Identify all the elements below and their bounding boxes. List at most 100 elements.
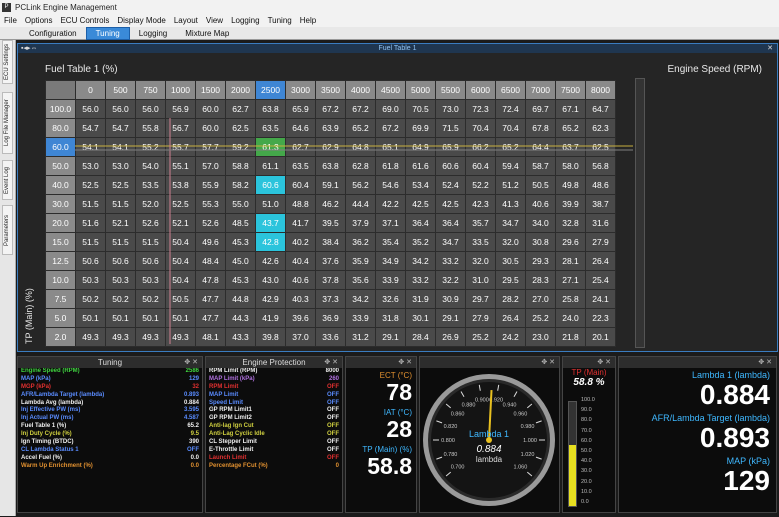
panel-controls-icon[interactable]: ✥ ✕ xyxy=(597,357,611,368)
tuning-param-label: Engine Speed (RPM) xyxy=(21,368,80,374)
mini-gauge-value: 78 xyxy=(386,379,412,405)
dial-tick-label: 1.060 xyxy=(514,464,528,470)
protection-param-row: RPM Limit (RPM) 8000 xyxy=(206,368,342,376)
readout-value: 0.884 xyxy=(699,379,770,410)
tp-bar-tick: 80.0 xyxy=(581,417,592,424)
protection-param-row: RPM Limit OFF xyxy=(206,384,342,392)
protection-param-row: Percentage FCut (%) 0 xyxy=(206,463,342,471)
protection-param-value: OFF xyxy=(327,431,339,438)
menu-item[interactable]: ECU Controls xyxy=(56,16,113,25)
tab-mixture-map[interactable]: Mixture Map xyxy=(176,28,238,39)
protection-param-label: RPM Limit xyxy=(209,383,239,390)
protection-panel-title: Engine Protection xyxy=(242,358,306,367)
dial-tick-label: 0.700 xyxy=(451,464,465,470)
tp-bar-tick: 60.0 xyxy=(581,437,592,444)
tuning-param-value: 4.587 xyxy=(183,415,199,422)
protection-param-row: Anti-lag Ign Cut OFF xyxy=(206,423,342,431)
protection-param-value: OFF xyxy=(327,454,339,461)
protection-param-row: Launch Limit OFF xyxy=(206,455,342,463)
panel-controls-icon[interactable]: ✥ ✕ xyxy=(324,357,338,368)
side-tab-bar: ECU Settings Log File Manager Event Log Par… xyxy=(0,40,16,516)
tp-bar-tick: 50.0 xyxy=(581,448,592,454)
tuning-param-label: MGP (kPa) xyxy=(21,383,51,390)
tp-bar-tick: 20.0 xyxy=(581,478,592,485)
menu-item[interactable]: View xyxy=(202,16,227,25)
side-tab-event-log[interactable]: Event Log xyxy=(2,160,13,200)
readout-value: 129 xyxy=(723,465,770,496)
menu-item[interactable]: Tuning xyxy=(264,16,296,25)
tuning-param-value: 9.5 xyxy=(190,431,199,438)
tab-tuning[interactable]: Tuning xyxy=(85,26,130,40)
dial-tick-label: 0.960 xyxy=(514,412,528,418)
protection-param-label: MAP Limit xyxy=(209,391,239,398)
protection-param-label: MAP Limit (kPa) xyxy=(209,375,255,382)
protection-param-label: RPM Limit (RPM) xyxy=(209,368,258,374)
protection-param-row: E-Throttle Limit OFF xyxy=(206,447,342,455)
vertical-scrollbar[interactable] xyxy=(635,78,645,348)
protection-param-value: OFF xyxy=(327,399,339,406)
tuning-panel-title: Tuning xyxy=(97,358,123,367)
tuning-param-row: Accel Fuel (%) 0.0 xyxy=(18,455,202,463)
lambda-dial: 0.7000.7800.8000.8200.8600.8800.900 0.920… xyxy=(423,374,555,506)
protection-param-label: E-Throttle Limit xyxy=(209,446,254,453)
tuning-param-label: Warm Up Enrichment (%) xyxy=(21,462,93,469)
tuning-param-value: 32 xyxy=(192,383,199,390)
protection-param-value: OFF xyxy=(327,415,339,422)
readout-value: 0.893 xyxy=(699,422,770,453)
protection-param-row: GP RPM Limit2 OFF xyxy=(206,415,342,423)
dial-unit: lambda xyxy=(476,455,503,464)
protection-param-value: 8000 xyxy=(325,368,339,374)
tuning-param-label: MAP (kPa) xyxy=(21,375,51,382)
mini-gauges-panel: ✥ ✕ ECT (°C) 78 IAT (°C) 28 TP (Main) (%) 58.… xyxy=(345,356,417,513)
tp-bar-label: TP (Main) xyxy=(571,368,607,377)
tuning-param-row: MGP (kPa) 32 xyxy=(18,384,202,392)
menu-item[interactable]: Display Mode xyxy=(113,16,169,25)
protection-param-label: Speed Limit xyxy=(209,399,244,406)
panel-controls-icon[interactable]: ✥ ✕ xyxy=(184,357,198,368)
tab-configuration[interactable]: Configuration xyxy=(20,28,86,39)
readout: AFR/Lambda Target (lambda) 0.893 xyxy=(619,413,776,453)
tuning-param-value: 3.595 xyxy=(183,407,199,414)
tp-bar-tick: 30.0 xyxy=(581,468,592,475)
dial-tick-label: 0.800 xyxy=(441,438,455,444)
dial-value: 0.884 xyxy=(476,444,501,455)
protection-param-label: Launch Limit xyxy=(209,454,247,461)
tp-bar-tick: 90.0 xyxy=(581,407,592,414)
menu-item[interactable]: Options xyxy=(21,16,57,25)
menu-item[interactable]: Layout xyxy=(170,16,202,25)
tp-bar-panel: ✥ ✕ TP (Main) 58.8 % 100.0 90.0 80.0 70.0 60… xyxy=(562,356,616,513)
panel-controls-icon[interactable]: ✥ ✕ xyxy=(541,357,555,368)
protection-param-label: Anti-lag Ign Cut xyxy=(209,423,254,430)
dial-tick-label: 1.000 xyxy=(523,438,537,444)
menu-item[interactable]: Help xyxy=(296,16,320,25)
tuning-param-row: Fuel Table 1 (%) 65.2 xyxy=(18,423,202,431)
panel-controls-icon[interactable]: ✥ ✕ xyxy=(758,357,772,368)
tuning-param-value: 65.2 xyxy=(187,423,199,430)
panel-controls-icon[interactable]: ✥ ✕ xyxy=(398,357,412,368)
tuning-param-value: 0.884 xyxy=(183,399,199,406)
menu-item[interactable]: Logging xyxy=(227,16,263,25)
tp-bar-tick: 0.0 xyxy=(581,499,589,505)
mini-gauge-value: 58.8 xyxy=(367,453,412,479)
side-tab-ecu-settings[interactable]: ECU Settings xyxy=(2,40,13,84)
menu-bar: File Options ECU Controls Display Mode Layou… xyxy=(0,14,779,27)
tuning-param-value: 0.893 xyxy=(183,391,199,398)
protection-param-label: GP RPM Limit1 xyxy=(209,407,252,414)
side-tab-log-file-manager[interactable]: Log File Manager xyxy=(2,92,13,154)
app-title: PCLink Engine Management xyxy=(15,2,117,12)
dial-tick-label: 0.860 xyxy=(451,412,465,418)
protection-param-row: Speed Limit OFF xyxy=(206,400,342,408)
menu-item[interactable]: File xyxy=(0,16,21,25)
dial-label: Lambda 1 xyxy=(469,429,509,439)
tab-logging[interactable]: Logging xyxy=(130,28,176,39)
side-tab-parameters[interactable]: Parameters xyxy=(2,205,13,255)
tp-bar-track xyxy=(568,401,577,507)
tuning-param-label: Ign Timing (BTDC) xyxy=(21,439,74,446)
protection-param-value: 260 xyxy=(328,375,339,382)
mini-gauge: TP (Main) (%) 58.8 xyxy=(346,445,416,478)
tuning-param-row: CL Lambda Status 1 OFF xyxy=(18,447,202,455)
tuning-param-value: 129 xyxy=(188,375,199,382)
protection-param-row: MAP Limit (kPa) 260 xyxy=(206,376,342,384)
tuning-param-label: Fuel Table 1 (%) xyxy=(21,423,67,430)
dial-tick-label: 0.980 xyxy=(521,424,535,430)
